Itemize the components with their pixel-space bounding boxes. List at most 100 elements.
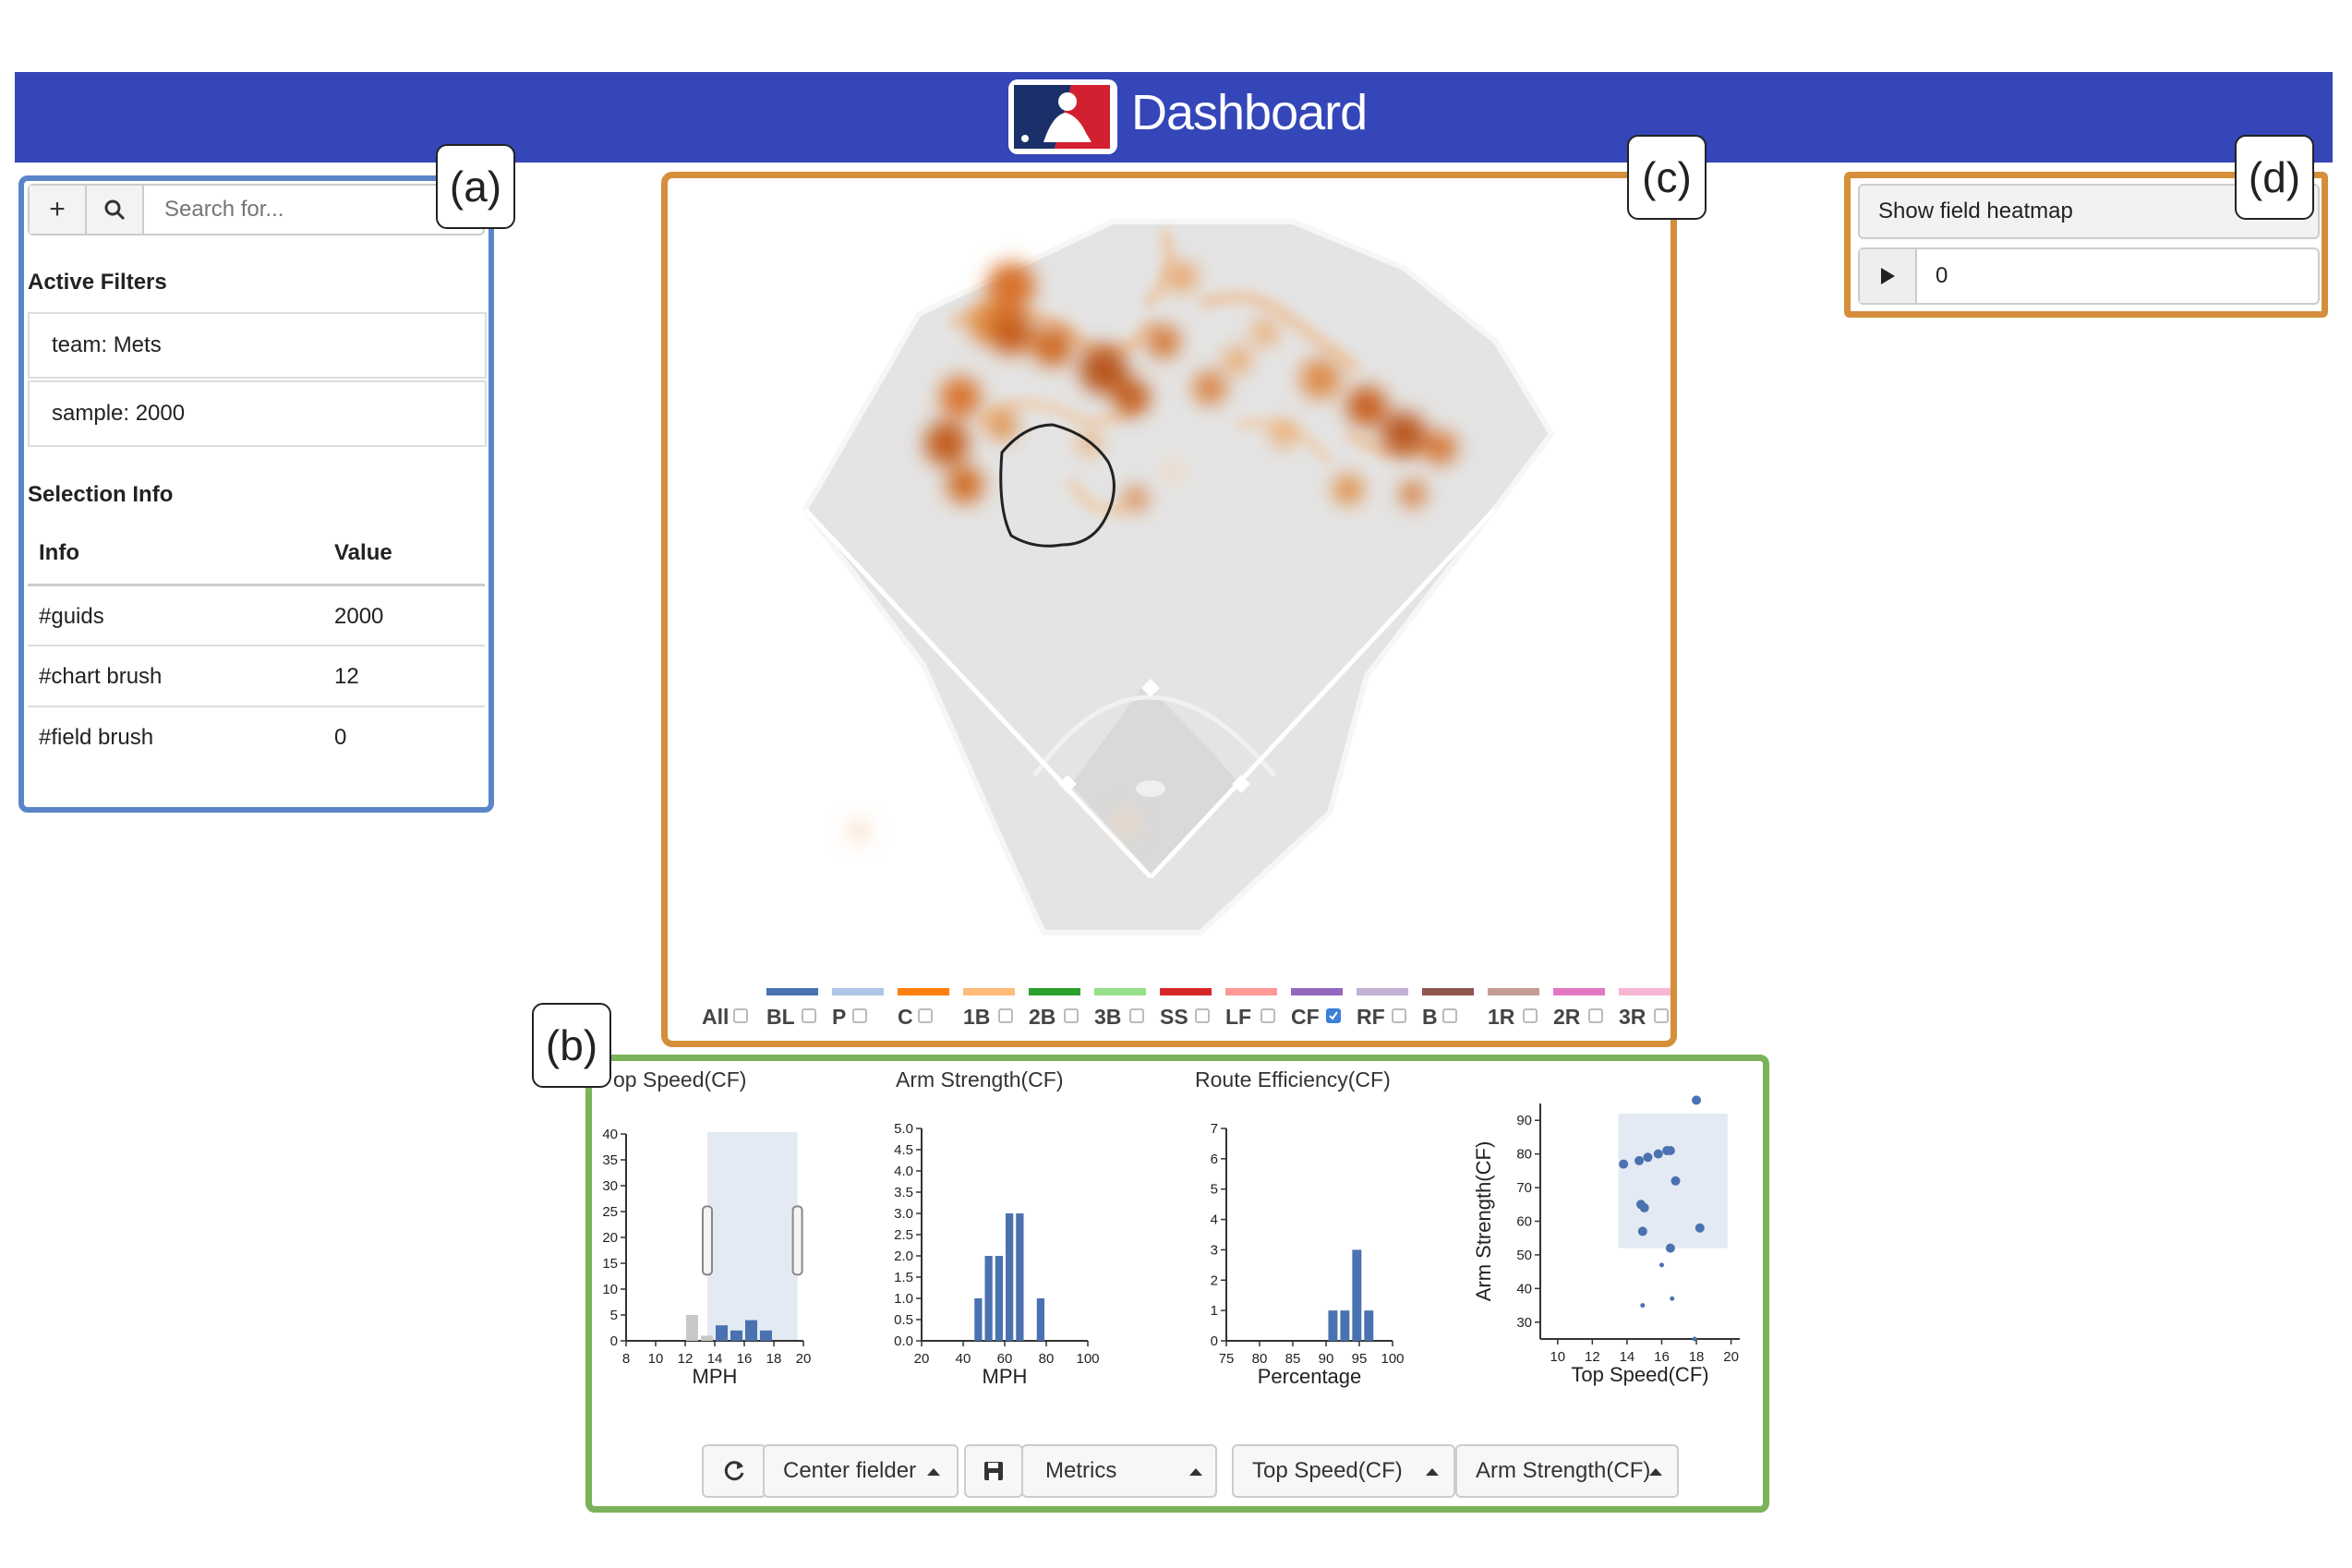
legend-checkbox-b[interactable] [1442,1008,1457,1023]
panel-label-a: (a) [436,144,515,229]
caret-up-icon [1189,1468,1202,1476]
histogram-bar [686,1315,698,1341]
baseball-field-heatmap[interactable] [683,185,1662,979]
active-filters-heading: Active Filters [28,270,167,295]
y-tick-label: 3 [1211,1242,1218,1258]
value-cell: 12 [334,664,359,689]
arm-strength-histogram[interactable]: 0.00.51.01.52.02.53.03.54.04.55.020 40 60 8… [877,1108,1127,1404]
top-speed-histogram[interactable]: 05101520253035408 10 12 14 16 18 20MPH [591,1108,822,1404]
plus-icon: + [49,194,66,224]
search-input[interactable] [146,186,478,234]
legend-checkbox-bl[interactable] [802,1008,816,1023]
x-tick-label: 18 [766,1351,782,1367]
filter-item[interactable]: sample: 2000 [28,380,487,447]
x-axis-label: Top Speed(CF) [1571,1363,1708,1386]
y-tick-label: 6 [1211,1152,1218,1167]
y-tick-label: 5 [1211,1182,1218,1198]
legend-label-rf: RF [1357,1005,1385,1029]
scatter-point [1637,1226,1647,1236]
position-dropdown[interactable]: Center fielder [763,1444,959,1498]
legend-checkbox-p[interactable] [852,1008,867,1023]
table-row: #chart brush 12 [28,645,485,706]
histogram-bar [1328,1310,1338,1341]
y-tick-label: 60 [1516,1214,1532,1230]
x-tick-label: 100 [1381,1351,1404,1367]
legend-swatch-3b [1094,988,1146,995]
y-tick-label: 30 [1516,1315,1532,1331]
histogram-bar [701,1335,713,1341]
save-button[interactable] [964,1444,1023,1498]
legend-checkbox-1b[interactable] [998,1008,1013,1023]
search-icon [104,199,126,221]
x-axis-label: Percentage [1258,1365,1362,1388]
legend-swatch-bl [766,988,818,995]
legend-swatch-1r [1488,988,1539,995]
y-tick-label: 10 [602,1282,618,1297]
legend-checkbox-3b[interactable] [1129,1008,1144,1023]
y-tick-label: 30 [602,1178,618,1194]
x-tick-label: 20 [914,1351,930,1367]
legend-all-checkbox[interactable] [733,1008,748,1023]
legend-swatch-cf [1291,988,1343,995]
scatter-point [1665,1146,1675,1155]
y-tick-label: 5 [610,1308,618,1323]
y-tick-label: 0.0 [894,1333,913,1349]
legend-swatch-lf [1225,988,1277,995]
playback-row: 0 [1858,247,2320,305]
legend-checkbox-c[interactable] [918,1008,933,1023]
play-button[interactable] [1860,249,1917,303]
legend-swatch-3r [1619,988,1671,995]
legend-checkbox-lf[interactable] [1260,1008,1275,1023]
legend-checkbox-3r[interactable] [1654,1008,1669,1023]
x-metric-dropdown[interactable]: Top Speed(CF) [1232,1444,1455,1498]
legend-checkbox-ss[interactable] [1195,1008,1210,1023]
x-tick-label: 100 [1076,1351,1099,1367]
legend-checkbox-rf[interactable] [1392,1008,1406,1023]
scatter-point [1692,1095,1702,1105]
position-dropdown-label: Center fielder [783,1458,917,1483]
legend-checkbox-2b[interactable] [1064,1008,1079,1023]
legend-checkbox-1r[interactable] [1523,1008,1538,1023]
y-metric-dropdown[interactable]: Arm Strength(CF) [1455,1444,1679,1498]
y-tick-label: 40 [602,1127,618,1142]
y-tick-label: 2 [1211,1272,1218,1288]
legend-label-3r: 3R [1619,1005,1646,1029]
legend-label-lf: LF [1225,1005,1252,1029]
metrics-dropdown-label: Metrics [1045,1458,1117,1483]
y-tick-label: 20 [602,1230,618,1246]
legend-checkbox-2r[interactable] [1588,1008,1603,1023]
frame-value[interactable]: 0 [1936,249,1948,303]
histogram-bar [1016,1213,1024,1341]
y-tick-label: 7 [1211,1121,1218,1137]
y-tick-label: 40 [1516,1281,1532,1297]
legend-checkbox-cf[interactable] [1326,1008,1341,1023]
legend-label-1b: 1B [963,1005,991,1029]
y-tick-label: 0.5 [894,1312,913,1328]
chart-title-top-speed: op Speed(CF) [613,1067,747,1092]
caret-up-icon [1649,1468,1662,1476]
y-tick-label: 1 [1211,1303,1218,1319]
y-tick-label: 3.5 [894,1185,913,1200]
chart-title-arm-strength: Arm Strength(CF) [896,1067,1064,1092]
refresh-button[interactable] [702,1444,766,1498]
route-efficiency-histogram[interactable]: 0123456775 80 85 90 95 100Percentage [1182,1108,1431,1404]
mlb-logo-icon [1008,79,1117,154]
histogram-bar [1364,1310,1374,1341]
filter-item[interactable]: team: Mets [28,312,487,379]
metrics-dropdown[interactable]: Metrics [1021,1444,1217,1498]
histogram-bar [760,1330,772,1341]
add-filter-button[interactable]: + [30,186,87,234]
column-header-info: Info [39,540,79,565]
legend-label-3b: 3B [1094,1005,1122,1029]
search-button[interactable] [87,186,144,234]
x-tick-label: 16 [737,1351,753,1367]
speed-vs-arm-scatter[interactable]: 3040506070809010 12 14 16 18 20Top Speed(CF)A… [1468,1085,1755,1404]
table-header-row: Info Value [28,523,485,584]
scatter-point [1671,1176,1681,1186]
info-cell: #guids [39,604,104,629]
y-tick-label: 25 [602,1204,618,1220]
y-tick-label: 3.0 [894,1206,913,1222]
histogram-bar [1006,1213,1014,1341]
legend-swatch-1b [963,988,1015,995]
histogram-bar [984,1256,993,1341]
